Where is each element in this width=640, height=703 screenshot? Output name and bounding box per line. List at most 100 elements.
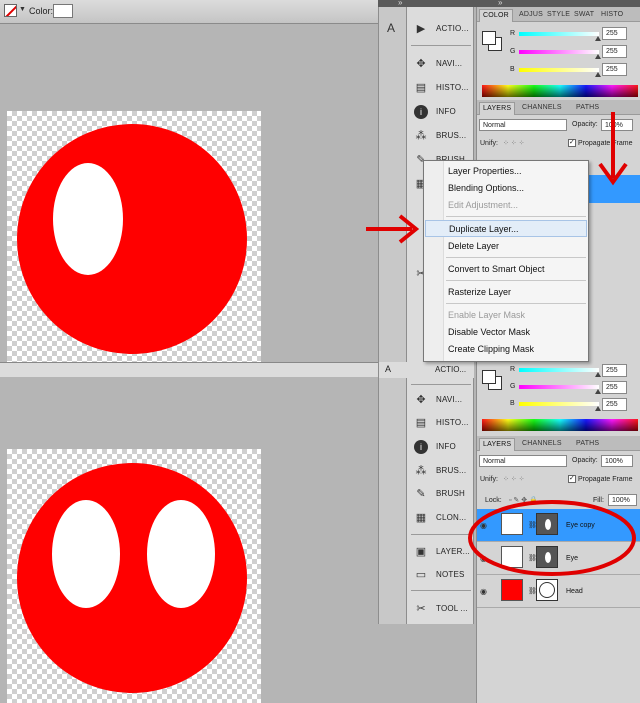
- dock-item-tool-presets[interactable]: ✂ TOOL ...: [407, 597, 475, 621]
- menu-item-create-clipping-mask[interactable]: Create Clipping Mask: [425, 341, 587, 358]
- propagate-checkbox[interactable]: ✓: [568, 475, 576, 483]
- slider-knob[interactable]: [595, 36, 601, 41]
- red-value-field[interactable]: 255: [602, 27, 627, 40]
- foreground-color-swatch[interactable]: [482, 370, 496, 384]
- dock-item-label: CLON...: [436, 513, 467, 522]
- dock-item-label: ACTIO...: [436, 24, 469, 33]
- tab-swatches[interactable]: SWAT: [571, 9, 597, 22]
- color-spectrum[interactable]: [482, 419, 638, 431]
- no-stroke-icon[interactable]: [4, 4, 17, 17]
- dock-item-actions-partial[interactable]: A ACTIO...: [378, 362, 474, 378]
- blue-value-field[interactable]: 255: [602, 63, 627, 76]
- unify-icons[interactable]: ⁘ ⁘ ⁘: [503, 139, 525, 147]
- dock-item-navigator[interactable]: ✥ NAVI...: [407, 52, 475, 76]
- dock-item-history[interactable]: ▤ HISTO...: [407, 411, 475, 435]
- dock-item-info[interactable]: i INFO: [407, 100, 475, 124]
- green-value-field[interactable]: 255: [602, 381, 627, 394]
- menu-item-enable-layer-mask: Enable Layer Mask: [448, 310, 526, 320]
- eye-copy-shape: [147, 500, 215, 608]
- color-panel-top: COLOR ADJUS STYLE SWAT HISTO R 255 G 255…: [476, 7, 640, 100]
- menu-item-rasterize-layer[interactable]: Rasterize Layer: [425, 284, 587, 301]
- red-value-field[interactable]: 255: [602, 364, 627, 377]
- dock-item-clone-source[interactable]: ▦ CLON...: [407, 506, 475, 530]
- red-slider[interactable]: [519, 32, 599, 36]
- dock-item-notes[interactable]: ▭ NOTES: [407, 563, 475, 587]
- color-panel-bottom: R 255 G 255 B 255: [476, 362, 640, 436]
- blend-mode-select[interactable]: Normal: [479, 119, 567, 131]
- slider-knob[interactable]: [595, 389, 601, 394]
- dock-item-history[interactable]: ▤ HISTO...: [407, 76, 475, 100]
- canvas-bottom[interactable]: [7, 449, 261, 703]
- slider-knob[interactable]: [595, 72, 601, 77]
- collapse-arrows-icon[interactable]: »: [498, 0, 502, 7]
- blue-value-field[interactable]: 255: [602, 398, 627, 411]
- collapse-arrows-icon[interactable]: »: [398, 0, 402, 7]
- dock-item-navigator[interactable]: ✥ NAVI...: [407, 388, 475, 412]
- head-circle: [17, 124, 247, 354]
- tab-layers[interactable]: LAYERS: [479, 438, 516, 451]
- tab-channels[interactable]: CHANNELS: [519, 438, 565, 451]
- blue-slider[interactable]: [519, 68, 599, 72]
- dock-item-actions[interactable]: ▶ ACTIO...: [407, 17, 475, 41]
- slider-knob[interactable]: [595, 406, 601, 411]
- tab-adjustments[interactable]: ADJUS: [516, 9, 546, 22]
- dock-item-label: BRUSH: [436, 489, 466, 498]
- slider-knob[interactable]: [595, 372, 601, 377]
- panel-collapse-strip[interactable]: » »: [378, 0, 640, 7]
- layers-panel-tabs: LAYERS CHANNELS PATHS: [477, 436, 640, 451]
- tool-presets-icon: ✂: [416, 603, 426, 615]
- notes-icon: ▭: [415, 569, 427, 581]
- history-icon: ▤: [415, 417, 427, 429]
- propagate-label: Propagate Frame: [578, 476, 633, 483]
- visibility-eye-icon[interactable]: ◉: [480, 587, 487, 596]
- slider-knob[interactable]: [595, 54, 601, 59]
- dock-item-label: ACTIO...: [435, 365, 467, 374]
- eye-shape: [53, 163, 123, 275]
- menu-item-delete-layer[interactable]: Delete Layer: [425, 238, 587, 255]
- options-bar: ▼ Color:: [0, 0, 378, 24]
- tab-channels[interactable]: CHANNELS: [519, 102, 565, 115]
- layer-row-head[interactable]: ◉ ⛓ Head: [477, 575, 640, 608]
- menu-item-disable-vector-mask[interactable]: Disable Vector Mask: [425, 324, 587, 341]
- type-tool-icon[interactable]: A: [387, 21, 395, 35]
- opacity-field[interactable]: 100%: [601, 455, 633, 467]
- dock-item-layer-comps[interactable]: ▣ LAYER...: [407, 540, 475, 564]
- tab-history[interactable]: HISTO: [598, 9, 626, 22]
- green-value-field[interactable]: 255: [602, 45, 627, 58]
- brush-icon: ✎: [416, 488, 426, 500]
- foreground-color-swatch[interactable]: [482, 31, 496, 45]
- dock-item-info[interactable]: i INFO: [407, 435, 475, 459]
- color-swatch[interactable]: [53, 4, 73, 18]
- tab-styles[interactable]: STYLE: [544, 9, 573, 22]
- tab-color[interactable]: COLOR: [479, 9, 513, 22]
- unify-label: Unify:: [480, 476, 498, 483]
- green-slider[interactable]: [519, 50, 599, 54]
- actions-icon: ▶: [416, 23, 426, 35]
- tab-layers[interactable]: LAYERS: [479, 102, 516, 115]
- vector-mask-thumbnail[interactable]: [536, 579, 558, 601]
- green-slider[interactable]: [519, 385, 599, 389]
- divider: [411, 534, 471, 535]
- arrow-right-annotation: [366, 214, 420, 244]
- dock-item-label: HISTO...: [436, 418, 469, 427]
- chevron-down-icon[interactable]: ▼: [19, 6, 26, 13]
- dock-item-brushes[interactable]: ⁂ BRUS...: [407, 459, 475, 483]
- dock-item-label: NAVI...: [436, 59, 463, 68]
- blend-mode-select[interactable]: Normal: [479, 455, 567, 467]
- red-slider[interactable]: [519, 368, 599, 372]
- navigator-icon: ✥: [416, 58, 426, 70]
- menu-item-duplicate-layer[interactable]: Duplicate Layer...: [425, 220, 587, 237]
- canvas-top[interactable]: [7, 111, 261, 363]
- menu-item-blending-options[interactable]: Blending Options...: [425, 180, 587, 197]
- brushes-icon: ⁂: [415, 465, 427, 477]
- menu-item-layer-properties[interactable]: Layer Properties...: [425, 163, 587, 180]
- color-label: Color:: [29, 6, 54, 16]
- color-spectrum[interactable]: [482, 85, 638, 97]
- dock-item-brush[interactable]: ✎ BRUSH: [407, 482, 475, 506]
- propagate-checkbox[interactable]: ✓: [568, 139, 576, 147]
- blue-slider[interactable]: [519, 402, 599, 406]
- menu-item-convert-smart-object[interactable]: Convert to Smart Object: [425, 261, 587, 278]
- dock-item-brushes[interactable]: ⁂ BRUS...: [407, 124, 475, 148]
- unify-icons[interactable]: ⁘ ⁘ ⁘: [503, 475, 525, 483]
- tab-paths[interactable]: PATHS: [573, 438, 602, 451]
